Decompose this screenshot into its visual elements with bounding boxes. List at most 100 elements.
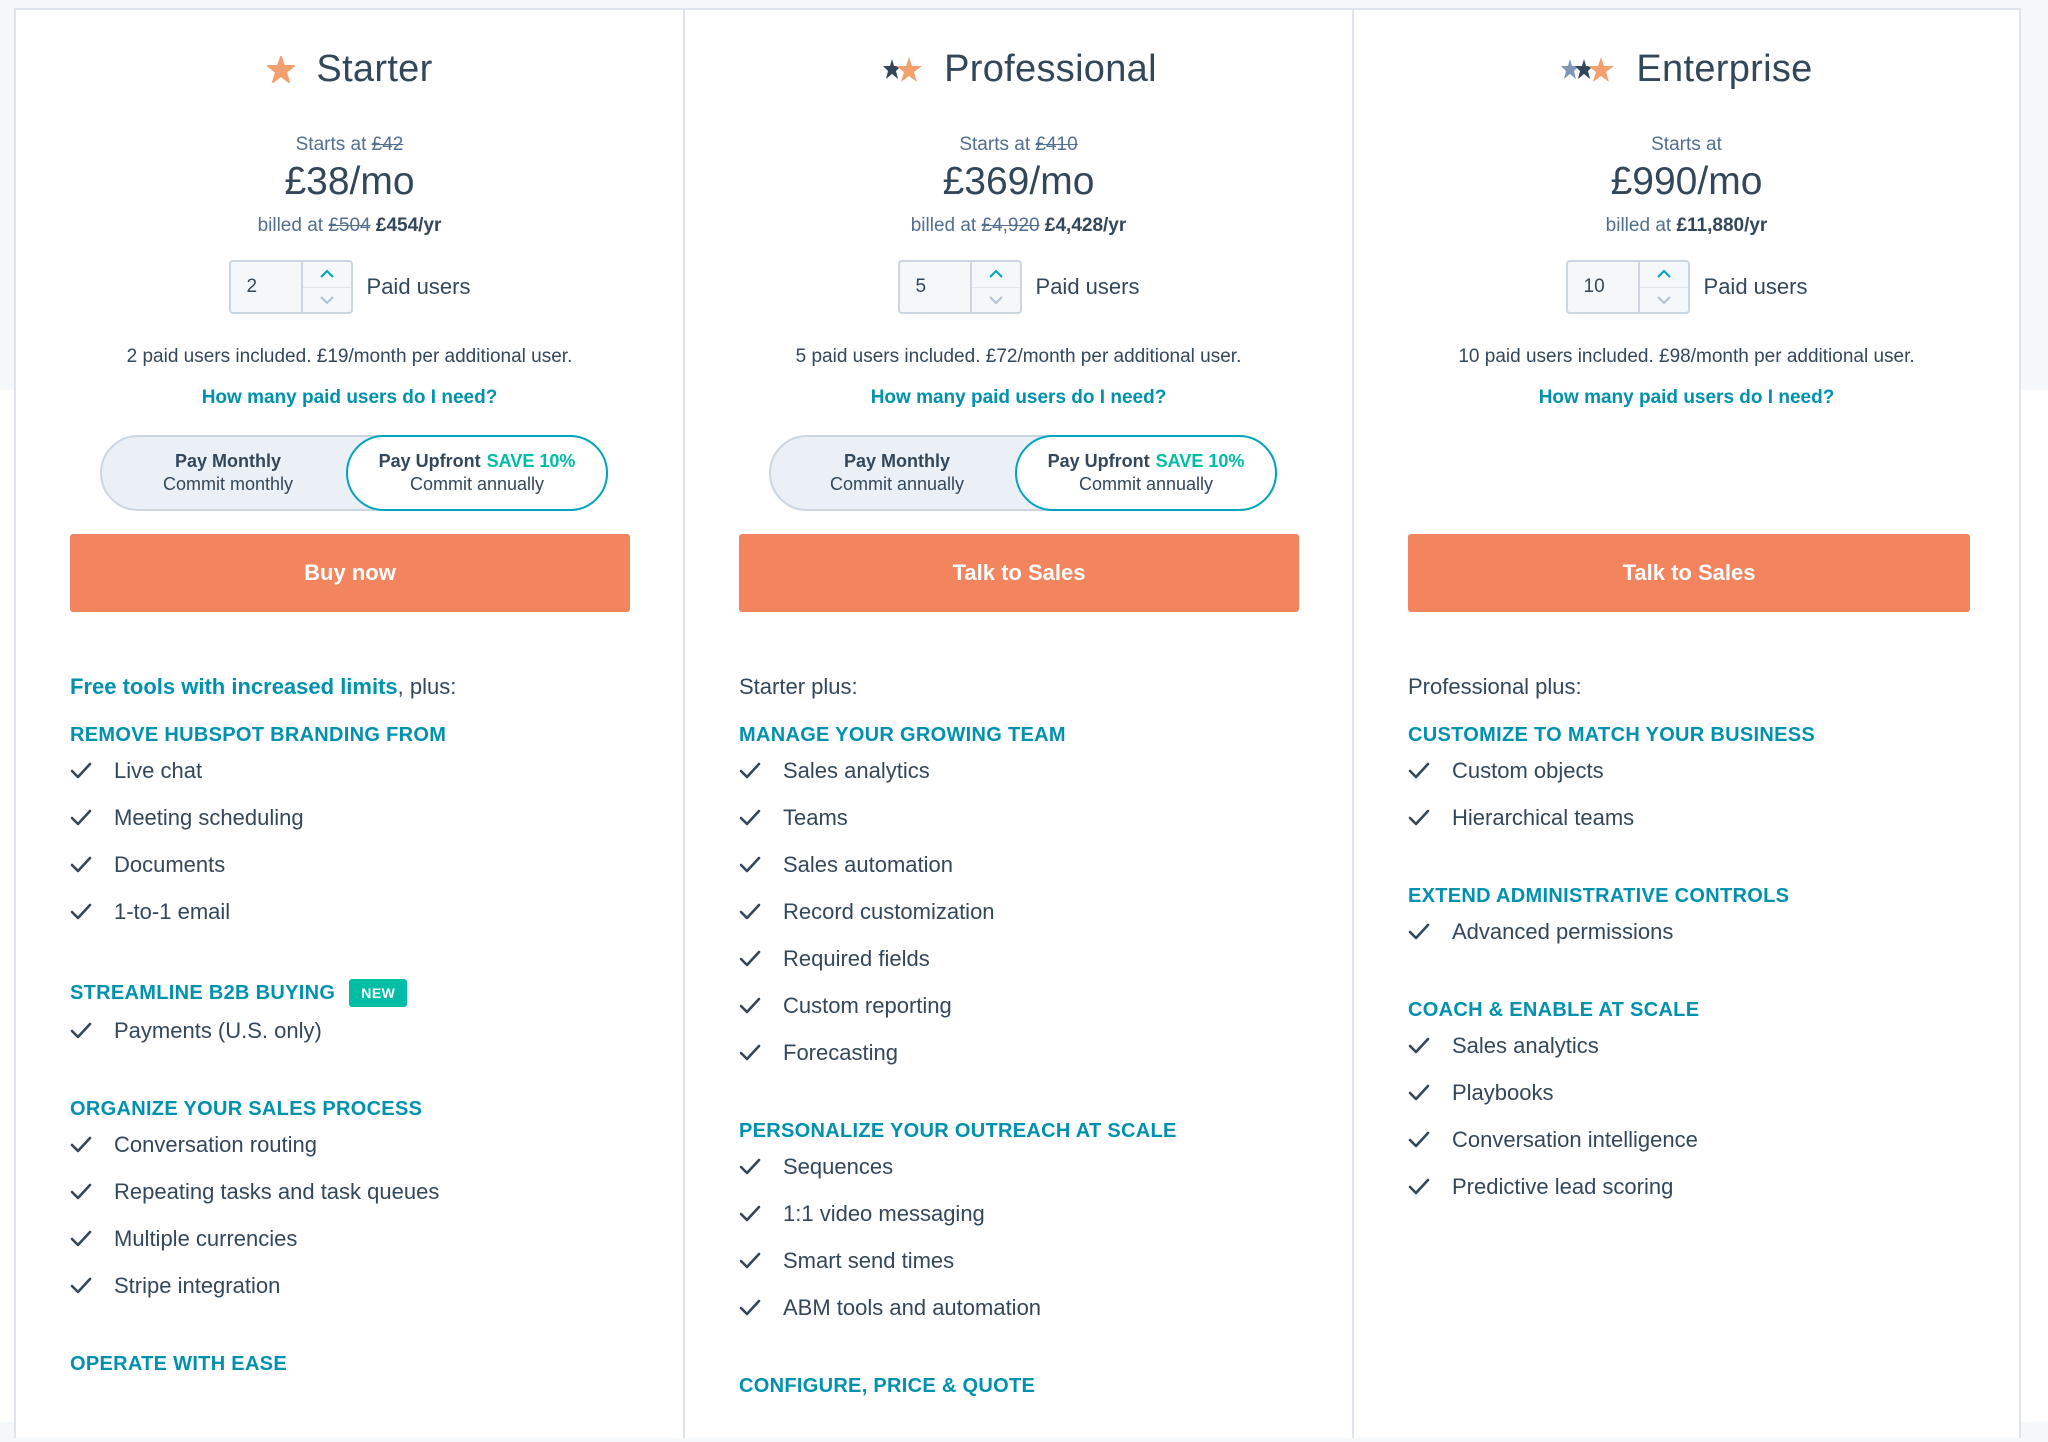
paid-users-input[interactable]: 10 <box>1568 262 1640 312</box>
stepper-buttons <box>971 262 1020 313</box>
sprocket-star-icon <box>880 52 924 88</box>
feature-group-title: Manage your growing team <box>739 724 1312 747</box>
billed-original-price: £4,920 <box>981 215 1040 236</box>
feature-item: Stripe integration <box>70 1262 643 1309</box>
paid-users-label: Paid users <box>1703 274 1808 299</box>
check-icon <box>70 1183 114 1201</box>
features-intro: Free tools with increased limits, plus: <box>70 674 643 710</box>
feature-group-title: Streamline B2B buying NEW <box>70 979 643 1007</box>
how-many-users-link[interactable]: How many paid users do I need? <box>16 387 683 409</box>
billing-toggle: Pay Monthly Commit monthly Pay Upfront SA… <box>100 435 608 511</box>
talk-to-sales-button[interactable]: Talk to Sales <box>739 534 1299 612</box>
feature-item-label: Repeating tasks and task queues <box>114 1178 440 1204</box>
feature-item-label: Meeting scheduling <box>114 804 304 830</box>
feature-item-label: 1:1 video messaging <box>783 1200 985 1226</box>
buy-now-button[interactable]: Buy now <box>70 534 630 612</box>
feature-group-title-text: Manage your growing team <box>739 724 1066 746</box>
features-intro: Professional plus: <box>1408 674 1582 699</box>
paid-users-stepper[interactable]: 2 <box>228 260 353 314</box>
pricing-cards: Starter Starts at £42 £38/mo billed at £… <box>14 8 2022 1438</box>
check-icon <box>70 903 114 921</box>
pay-upfront-option[interactable]: Pay Upfront SAVE 10% Commit annually <box>346 435 608 511</box>
starts-original-price: £42 <box>371 134 404 155</box>
feature-item-label: Payments (U.S. only) <box>114 1017 322 1043</box>
check-icon <box>739 809 783 827</box>
feature-item-label: Hierarchical teams <box>1452 804 1635 830</box>
chevron-up-icon[interactable] <box>972 262 1020 287</box>
chevron-up-icon[interactable] <box>303 262 351 287</box>
pay-monthly-option[interactable]: Pay Monthly Commit monthly <box>102 437 354 509</box>
talk-to-sales-button[interactable]: Talk to Sales <box>1408 534 1970 612</box>
starts-original-price: £410 <box>1035 134 1078 155</box>
feature-item: Playbooks <box>1408 1069 1979 1116</box>
feature-group-title: Operate with ease <box>70 1353 643 1376</box>
check-icon <box>1408 1084 1452 1102</box>
paid-users-row: 2 Paid users <box>16 260 683 314</box>
billed-at: billed at £504 £454/yr <box>16 215 683 237</box>
feature-group-title-text: Configure, price & quote <box>739 1375 1036 1397</box>
paid-users-input[interactable]: 2 <box>231 262 303 312</box>
feature-item-label: Predictive lead scoring <box>1452 1173 1674 1199</box>
how-many-users-link[interactable]: How many paid users do I need? <box>1354 387 2019 409</box>
how-many-users-link[interactable]: How many paid users do I need? <box>685 387 1352 409</box>
feature-group: Operate with ease <box>70 1353 643 1376</box>
chevron-up-icon[interactable] <box>1640 262 1688 287</box>
feature-item: Sales automation <box>739 841 1312 888</box>
paid-users-input[interactable]: 5 <box>900 262 972 312</box>
feature-item-label: Playbooks <box>1452 1079 1554 1105</box>
feature-groups: Manage your growing team Sales analytics T… <box>739 724 1312 1398</box>
pay-monthly-option[interactable]: Pay Monthly Commit annually <box>771 437 1023 509</box>
plan-header: Starter <box>16 48 683 91</box>
sprocket-star-icon <box>266 52 296 88</box>
check-icon <box>70 762 114 780</box>
feature-item: Sequences <box>739 1143 1312 1190</box>
chevron-down-icon[interactable] <box>302 286 351 313</box>
check-icon <box>70 1230 114 1248</box>
feature-item: Hierarchical teams <box>1408 794 1979 841</box>
feature-groups: Customize to match your business Custom o… <box>1408 724 1979 1210</box>
check-icon <box>1408 1178 1452 1196</box>
feature-group-title-text: Operate with ease <box>70 1353 287 1375</box>
feature-group-title-text: Extend administrative controls <box>1408 885 1790 907</box>
feature-item: Predictive lead scoring <box>1408 1163 1979 1210</box>
feature-item-label: Multiple currencies <box>114 1225 298 1251</box>
plan-name: Starter <box>316 48 433 90</box>
feature-item: Advanced permissions <box>1408 908 1979 955</box>
feature-group-title: Configure, price & quote <box>739 1375 1312 1398</box>
pay-upfront-option[interactable]: Pay Upfront SAVE 10% Commit annually <box>1015 435 1277 511</box>
users-included-text: 10 paid users included. £98/month per ad… <box>1458 346 1915 367</box>
feature-item-label: 1-to-1 email <box>114 898 231 924</box>
check-icon <box>739 1252 783 1270</box>
feature-item-label: Custom objects <box>1452 757 1604 783</box>
feature-item-label: Sales automation <box>783 851 953 877</box>
billing-toggle: Pay Monthly Commit annually Pay Upfront S… <box>769 435 1277 511</box>
feature-group-title: Remove HubSpot branding from <box>70 724 643 747</box>
pay-upfront-sub: Commit annually <box>409 474 545 494</box>
users-included-text: 5 paid users included. £72/month per add… <box>795 346 1242 367</box>
feature-group: Configure, price & quote <box>739 1375 1312 1398</box>
billed-original-price: £504 <box>328 215 371 236</box>
billed-value: £11,880/yr <box>1676 215 1768 236</box>
save-badge: SAVE 10% <box>1155 451 1245 471</box>
paid-users-label: Paid users <box>366 274 471 299</box>
billed-label: billed at <box>1605 215 1672 236</box>
paid-users-label: Paid users <box>1035 274 1140 299</box>
paid-users-stepper[interactable]: 5 <box>897 260 1022 314</box>
paid-users-row: 5 Paid users <box>685 260 1352 314</box>
feature-item: Record customization <box>739 888 1312 935</box>
plan-name: Enterprise <box>1636 48 1813 90</box>
chevron-down-icon[interactable] <box>1639 286 1688 313</box>
pay-monthly-sub: Commit annually <box>829 474 965 494</box>
check-icon <box>739 950 783 968</box>
feature-group-title: Extend administrative controls <box>1408 885 1979 908</box>
check-icon <box>739 762 783 780</box>
free-tools-link[interactable]: Free tools with increased limits <box>70 674 398 699</box>
feature-item: 1-to-1 email <box>70 888 643 935</box>
paid-users-stepper[interactable]: 10 <box>1565 260 1690 314</box>
pay-upfront-sub: Commit annually <box>1078 474 1214 494</box>
plan-header: Professional <box>685 48 1352 91</box>
feature-item-label: Record customization <box>783 898 995 924</box>
chevron-down-icon[interactable] <box>971 286 1020 313</box>
check-icon <box>739 856 783 874</box>
features-intro: Starter plus: <box>739 674 858 699</box>
